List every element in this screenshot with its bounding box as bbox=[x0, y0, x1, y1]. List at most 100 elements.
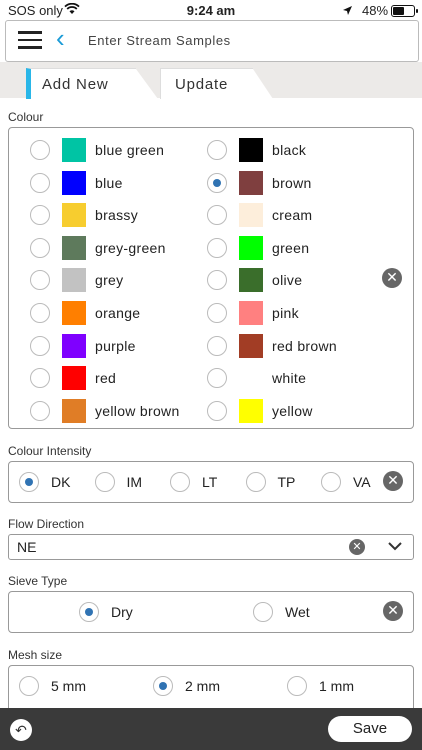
colour-section-label: Colour bbox=[8, 110, 44, 124]
colour-radio-green[interactable] bbox=[207, 237, 227, 258]
intensity-radio-lt[interactable] bbox=[170, 472, 190, 492]
status-bar: SOS only 9:24 am 48% bbox=[0, 0, 422, 22]
intensity-radio-dk[interactable] bbox=[19, 472, 39, 492]
intensity-radio-va[interactable] bbox=[321, 472, 341, 492]
colour-swatch-green bbox=[239, 235, 263, 260]
intensity-label-lt: LT bbox=[202, 474, 218, 490]
intensity-label-dk: DK bbox=[51, 474, 71, 490]
save-button[interactable]: Save bbox=[328, 716, 412, 742]
colour-swatch-red bbox=[62, 366, 86, 391]
colour-radio-brown[interactable] bbox=[207, 172, 227, 193]
battery-percent: 48% bbox=[362, 3, 389, 18]
colour-label-red-brown: red brown bbox=[272, 337, 337, 354]
battery-icon bbox=[391, 5, 418, 17]
colour-swatch-olive bbox=[239, 268, 263, 293]
mesh-label-5-mm: 5 mm bbox=[51, 678, 86, 694]
chevron-left-icon[interactable]: ‹ bbox=[56, 25, 65, 51]
sieve-label-dry: Dry bbox=[111, 604, 133, 620]
undo-icon[interactable]: ↶ bbox=[10, 719, 32, 741]
clear-flow-direction-icon[interactable]: ✕ bbox=[349, 539, 365, 555]
flow-direction-value: NE bbox=[17, 539, 37, 555]
colour-radio-grey-green[interactable] bbox=[30, 237, 50, 258]
colour-label-white: white bbox=[272, 370, 307, 387]
intensity-radio-tp[interactable] bbox=[245, 472, 266, 492]
colour-label-blue-green: blue green bbox=[95, 142, 165, 158]
colour-label-purple: purple bbox=[95, 337, 136, 354]
sieve-label-wet: Wet bbox=[285, 604, 310, 620]
intensity-radio-im[interactable] bbox=[94, 472, 115, 492]
chevron-down-icon[interactable] bbox=[387, 536, 403, 561]
colour-radio-yellow-brown[interactable] bbox=[30, 400, 50, 421]
clear-sieve-icon[interactable]: ✕ bbox=[383, 601, 403, 621]
colour-swatch-grey-green bbox=[62, 235, 86, 260]
colour-radio-orange[interactable] bbox=[30, 303, 50, 323]
colour-radio-grey[interactable] bbox=[30, 270, 50, 291]
colour-radio-brassy[interactable] bbox=[30, 205, 50, 226]
colour-label-yellow-brown: yellow brown bbox=[95, 402, 180, 419]
colour-radio-blue-green[interactable] bbox=[30, 140, 50, 160]
colour-swatch-red-brown bbox=[239, 333, 263, 358]
colour-radio-yellow[interactable] bbox=[207, 400, 227, 421]
hamburger-icon[interactable] bbox=[18, 31, 42, 51]
tab-add-new[interactable]: Add New bbox=[26, 68, 158, 99]
colour-intensity-group: DK IM LT TP VA ✕ bbox=[8, 461, 414, 503]
colour-label-pink: pink bbox=[272, 305, 299, 321]
colour-swatch-blue bbox=[62, 170, 86, 195]
colour-radio-red[interactable] bbox=[30, 368, 50, 389]
tab-add-new-label: Add New bbox=[42, 76, 109, 93]
colour-label-brassy: brassy bbox=[95, 207, 139, 224]
mesh-radio-2-mm[interactable] bbox=[153, 676, 173, 696]
mesh-radio-1-mm[interactable] bbox=[287, 676, 307, 696]
colour-swatch-pink bbox=[239, 301, 263, 325]
colour-swatch-brassy bbox=[62, 203, 86, 228]
colour-swatch-purple bbox=[62, 333, 86, 358]
colour-radio-red-brown[interactable] bbox=[207, 335, 227, 356]
colour-radio-olive[interactable] bbox=[207, 270, 227, 291]
intensity-label-tp: TP bbox=[277, 474, 296, 490]
colour-swatch-cream bbox=[239, 203, 263, 228]
sieve-radio-wet[interactable] bbox=[253, 602, 273, 622]
colour-label-olive: olive bbox=[272, 272, 303, 289]
sieve-radio-dry[interactable] bbox=[79, 602, 99, 622]
colour-label-grey-green: grey-green bbox=[95, 239, 166, 256]
colour-label-yellow: yellow bbox=[272, 402, 313, 419]
colour-label-green: green bbox=[272, 239, 310, 256]
bottom-toolbar: ↶ Save bbox=[0, 708, 422, 750]
colour-radio-purple[interactable] bbox=[30, 335, 50, 356]
mesh-label-1-mm: 1 mm bbox=[319, 678, 354, 694]
sieve-type-label: Sieve Type bbox=[8, 574, 68, 588]
sieve-type-group: Dry Wet ✕ bbox=[8, 591, 414, 633]
colour-radio-cream[interactable] bbox=[207, 205, 227, 226]
tab-update-label: Update bbox=[175, 76, 229, 93]
mesh-label-2-mm: 2 mm bbox=[185, 678, 220, 694]
colour-swatch-orange bbox=[62, 301, 86, 325]
location-arrow-icon bbox=[342, 4, 353, 19]
mesh-size-label: Mesh size bbox=[8, 648, 63, 662]
colour-intensity-label: Colour Intensity bbox=[8, 444, 92, 458]
colour-swatch-black bbox=[239, 138, 263, 162]
colour-label-red: red bbox=[95, 370, 117, 387]
flow-direction-select[interactable]: NE ✕ bbox=[8, 534, 414, 560]
intensity-label-im: IM bbox=[126, 474, 143, 490]
clear-colour-icon[interactable]: ✕ bbox=[382, 268, 402, 288]
colour-label-grey: grey bbox=[95, 272, 124, 289]
colour-radio-white[interactable] bbox=[207, 368, 227, 389]
colour-label-brown: brown bbox=[272, 174, 312, 191]
colour-group: blue green blue brassy grey-green grey orange… bbox=[8, 127, 414, 429]
intensity-label-va: VA bbox=[353, 474, 371, 490]
colour-swatch-blue-green bbox=[62, 138, 86, 162]
colour-label-orange: orange bbox=[95, 305, 141, 321]
colour-swatch-yellow bbox=[239, 398, 263, 423]
colour-radio-blue[interactable] bbox=[30, 172, 50, 193]
app-header: ‹ Enter Stream Samples bbox=[5, 20, 419, 62]
colour-radio-pink[interactable] bbox=[207, 303, 227, 323]
colour-label-blue: blue bbox=[95, 174, 123, 191]
mesh-radio-5-mm[interactable] bbox=[19, 676, 39, 696]
status-time: 9:24 am bbox=[186, 3, 236, 18]
tab-update[interactable]: Update bbox=[160, 68, 273, 99]
clear-intensity-icon[interactable]: ✕ bbox=[383, 471, 403, 491]
colour-label-cream: cream bbox=[272, 207, 313, 224]
colour-label-black: black bbox=[272, 142, 307, 158]
colour-swatch-brown bbox=[239, 170, 263, 195]
colour-radio-black[interactable] bbox=[207, 140, 227, 160]
